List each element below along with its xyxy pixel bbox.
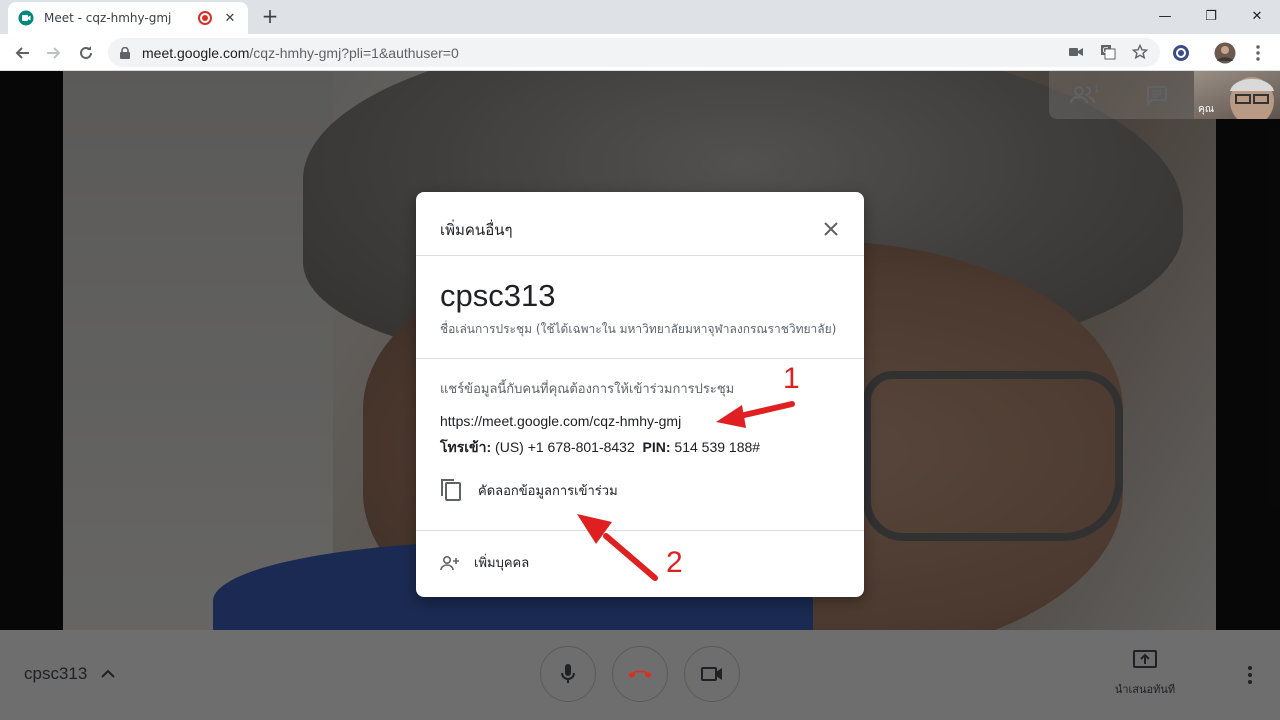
new-tab-button[interactable]: + (258, 5, 282, 29)
minimize-button[interactable]: — (1142, 0, 1188, 32)
tab-close-icon[interactable]: ✕ (222, 11, 238, 26)
dialog-divider (416, 255, 864, 256)
extension-icon (1173, 45, 1189, 61)
recording-indicator-icon (198, 11, 212, 25)
end-call-button[interactable] (612, 646, 668, 702)
present-now-button[interactable]: นำเสนอทันที (1100, 650, 1190, 698)
meeting-code: cpsc313 (440, 278, 556, 313)
bookmark-star-icon[interactable] (1130, 42, 1150, 62)
people-icon: 1 (1070, 84, 1099, 104)
browser-menu-button[interactable] (1244, 39, 1272, 67)
forward-button[interactable] (40, 39, 68, 67)
restore-button[interactable]: ❐ (1188, 0, 1234, 32)
arrow-forward-icon (47, 47, 61, 59)
extension-button[interactable] (1167, 39, 1195, 67)
top-right-controls: 1 (1049, 71, 1194, 119)
lock-icon (120, 46, 130, 59)
reload-button[interactable] (72, 39, 100, 67)
add-people-button[interactable]: เพิ่มบุคคล (440, 552, 529, 573)
chat-button[interactable] (1121, 71, 1193, 119)
microphone-button[interactable] (540, 646, 596, 702)
back-button[interactable] (8, 39, 36, 67)
pin-label: PIN: (642, 439, 671, 455)
microphone-icon (561, 664, 575, 683)
browser-tab-meet[interactable]: Meet - cqz-hmhy-gmj ✕ (8, 2, 248, 34)
address-bar[interactable]: meet.google.com/cqz-hmhy-gmj?pli=1&authu… (108, 38, 1160, 67)
avatar-icon (1214, 42, 1236, 64)
self-view-label: คุณ (1198, 104, 1214, 115)
annotation-label-2: 2 (666, 546, 683, 579)
copy-icon (441, 479, 461, 501)
self-view-tile[interactable]: คุณ (1194, 71, 1280, 119)
call-end-icon (628, 670, 652, 678)
add-people-label: เพิ่มบุคคล (474, 556, 530, 571)
more-options-button[interactable] (1240, 664, 1260, 686)
reload-icon (80, 46, 92, 59)
chevron-up-icon[interactable] (100, 666, 116, 682)
more-vert-icon (1248, 666, 1252, 684)
url-path: /cqz-hmhy-gmj?pli=1&authuser=0 (249, 44, 459, 61)
profile-avatar[interactable] (1211, 39, 1239, 67)
dialog-title: เพิ่มคนอื่นๆ (440, 221, 513, 239)
browser-toolbar: meet.google.com/cqz-hmhy-gmj?pli=1&authu… (0, 34, 1280, 71)
meeting-details-name[interactable]: cpsc313 (24, 664, 87, 684)
person-add-icon (440, 555, 459, 570)
svg-text:G: G (1103, 46, 1109, 55)
pin-value: 514 539 188# (674, 439, 761, 455)
arrow-back-icon (15, 47, 29, 59)
dial-in-number: (US) +1 678-801-8432 (495, 439, 635, 455)
close-icon (824, 222, 838, 236)
meet-bottom-bar: cpsc313 นำเสนอทันที (0, 630, 1280, 720)
dialog-close-button[interactable] (820, 218, 842, 240)
meet-favicon-icon (18, 10, 34, 26)
dialog-divider (416, 530, 864, 531)
url-text: meet.google.com/cqz-hmhy-gmj?pli=1&authu… (142, 45, 459, 61)
meeting-nickname-note: ชื่อเล่นการประชุม (ใช้ได้เฉพาะใน มหาวิทย… (440, 322, 837, 336)
dial-in-label: โทรเข้า: (440, 439, 492, 455)
url-host: meet.google.com (142, 44, 250, 61)
annotation-label-1: 1 (783, 362, 800, 395)
participants-count: 1 (1094, 84, 1099, 94)
tab-title: Meet - cqz-hmhy-gmj (44, 11, 172, 25)
browser-tabstrip: Meet - cqz-hmhy-gmj ✕ + — ❐ ✕ (0, 0, 1280, 34)
present-to-all-icon (1133, 650, 1157, 668)
share-instructions: แชร์ข้อมูลนี้กับคนที่คุณต้องการให้เข้าร่… (440, 382, 735, 397)
join-url: https://meet.google.com/cqz-hmhy-gmj (440, 413, 682, 429)
dial-in-info: โทรเข้า: (US) +1 678-801-8432 PIN: 514 5… (440, 437, 760, 459)
participants-button[interactable]: 1 (1049, 71, 1121, 119)
translate-icon[interactable]: G (1098, 42, 1118, 62)
camera-button[interactable] (684, 646, 740, 702)
present-now-label: นำเสนอทันที (1114, 683, 1176, 696)
camera-permission-icon[interactable] (1066, 42, 1086, 62)
copy-joining-info-label: คัดลอกข้อมูลการเข้าร่วม (478, 483, 618, 499)
window-close-button[interactable]: ✕ (1234, 0, 1280, 32)
copy-joining-info-button[interactable]: คัดลอกข้อมูลการเข้าร่วม (440, 478, 618, 502)
more-vert-icon (1256, 45, 1260, 61)
dialog-divider (416, 358, 864, 359)
videocam-icon (701, 667, 722, 681)
chat-icon (1147, 86, 1167, 105)
